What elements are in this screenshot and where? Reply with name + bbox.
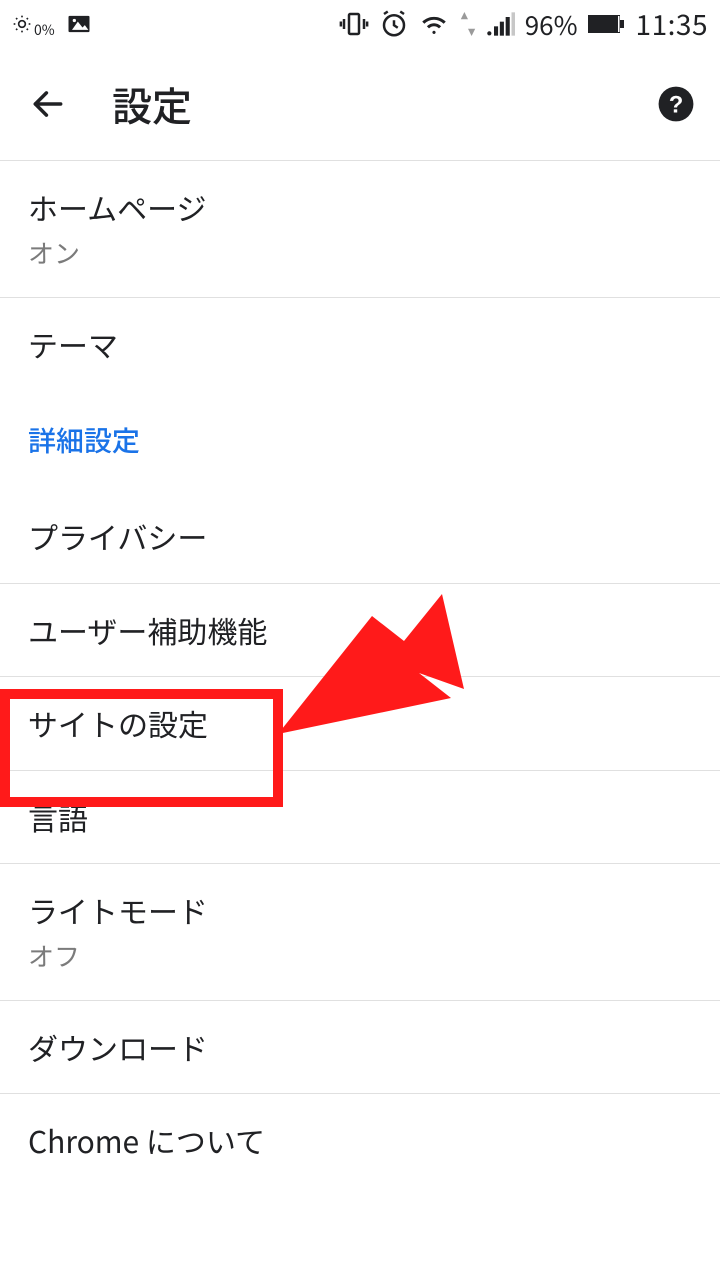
row-theme[interactable]: テーマ	[0, 298, 720, 391]
brightness-icon: 0%	[12, 14, 55, 34]
svg-text:?: ?	[669, 92, 684, 119]
help-icon: ?	[657, 85, 695, 123]
help-button[interactable]: ?	[652, 80, 700, 128]
section-header-label: 詳細設定	[28, 420, 692, 460]
appbar: 設定 ?	[0, 48, 720, 160]
row-accessibility[interactable]: ユーザー補助機能	[0, 584, 720, 678]
row-lite-mode-label: ライトモード	[28, 890, 692, 931]
battery-pct-text: 96%	[525, 6, 578, 43]
data-updown-icon	[459, 12, 477, 36]
row-language[interactable]: 言語	[0, 771, 720, 865]
row-lite-mode[interactable]: ライトモード オフ	[0, 864, 720, 1001]
arrow-left-icon	[29, 85, 67, 123]
clock-text: 11:35	[636, 4, 708, 44]
alarm-icon	[379, 9, 409, 39]
status-bar: 0%	[0, 0, 720, 48]
brightness-pct: 0%	[34, 23, 55, 37]
cellular-signal-icon	[487, 12, 515, 36]
row-downloads[interactable]: ダウンロード	[0, 1001, 720, 1095]
row-homepage-status: オン	[28, 234, 692, 271]
row-downloads-label: ダウンロード	[28, 1027, 692, 1068]
row-theme-label: テーマ	[28, 324, 692, 365]
row-language-label: 言語	[28, 797, 692, 838]
row-accessibility-label: ユーザー補助機能	[28, 610, 692, 651]
row-site-settings-label: サイトの設定	[28, 703, 692, 744]
settings-list: ホームページ オン テーマ 詳細設定 プライバシー ユーザー補助機能 サイトの設…	[0, 161, 720, 1187]
row-homepage[interactable]: ホームページ オン	[0, 161, 720, 298]
wifi-icon	[419, 9, 449, 39]
row-site-settings[interactable]: サイトの設定	[0, 677, 720, 771]
row-about-chrome-label: Chrome について	[28, 1120, 692, 1161]
row-privacy-label: プライバシー	[28, 516, 692, 557]
row-about-chrome[interactable]: Chrome について	[0, 1094, 720, 1187]
battery-icon	[588, 13, 626, 35]
vibrate-icon	[339, 9, 369, 39]
section-header-advanced: 詳細設定	[0, 390, 720, 490]
row-privacy[interactable]: プライバシー	[0, 490, 720, 584]
page-title: 設定	[112, 75, 652, 133]
picture-icon	[65, 10, 93, 38]
row-homepage-label: ホームページ	[28, 187, 692, 228]
back-button[interactable]	[24, 80, 72, 128]
row-lite-mode-status: オフ	[28, 937, 692, 974]
